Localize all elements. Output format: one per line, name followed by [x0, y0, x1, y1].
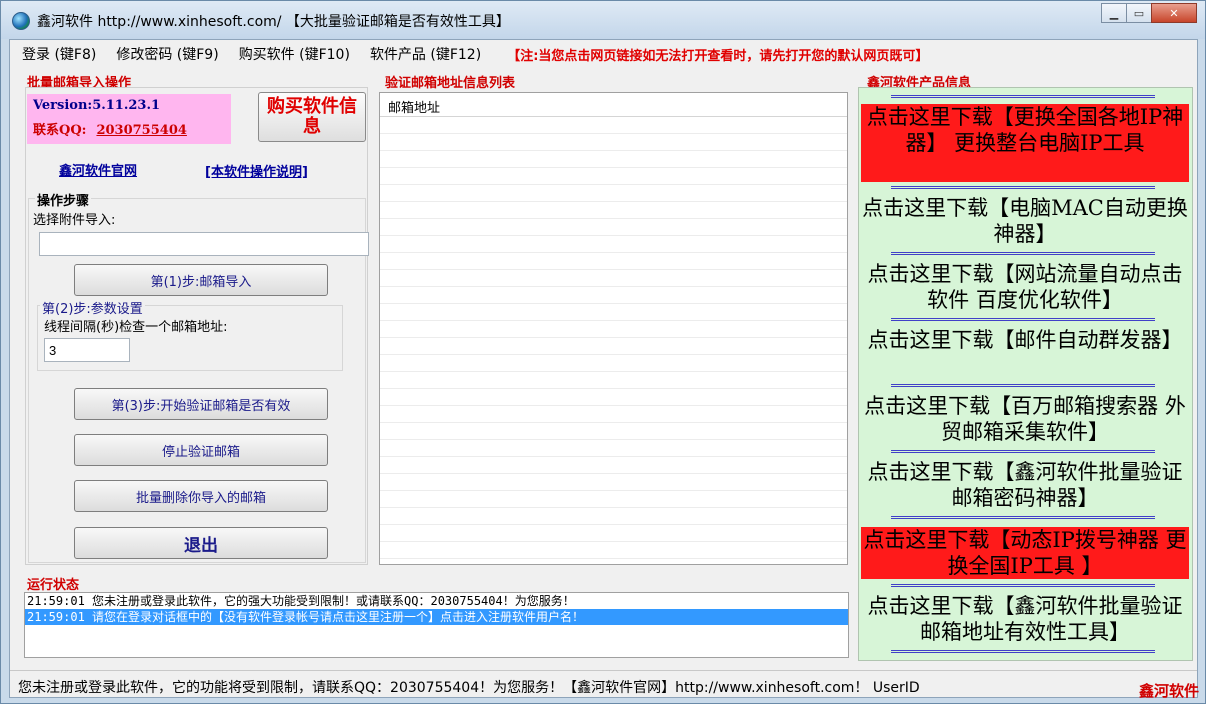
app-window: 鑫河软件 http://www.xinhesoft.com/ 【大批量验证邮箱是…	[0, 0, 1206, 704]
email-list[interactable]: 邮箱地址	[379, 92, 848, 565]
globe-app-icon	[12, 12, 30, 30]
official-site-link[interactable]: 鑫河软件官网	[59, 160, 137, 179]
table-row[interactable]	[380, 134, 847, 151]
table-row[interactable]	[380, 457, 847, 474]
table-row[interactable]	[380, 185, 847, 202]
table-row[interactable]	[380, 440, 847, 457]
menu-login[interactable]: 登录 (键F8)	[22, 44, 96, 64]
separator	[891, 252, 1155, 255]
close-button[interactable]: ✕	[1151, 3, 1197, 23]
separator	[891, 516, 1155, 519]
separator	[891, 450, 1155, 453]
import-panel: Version:5.11.23.1 联系QQ: 2030755404 购买软件信息…	[25, 87, 369, 565]
menu-products[interactable]: 软件产品 (键F12)	[370, 44, 481, 64]
table-row[interactable]	[380, 253, 847, 270]
table-row[interactable]	[380, 287, 847, 304]
email-list-rows	[380, 117, 847, 559]
buy-software-button[interactable]: 购买软件信息	[258, 92, 366, 142]
stop-verify-button[interactable]: 停止验证邮箱	[74, 434, 328, 466]
interval-label: 线程间隔(秒)检查一个邮箱地址:	[44, 320, 228, 335]
product-link-dynamic-ip[interactable]: 点击这里下载【动态IP拨号神器 更换全国IP工具 】	[861, 527, 1189, 579]
table-row[interactable]	[380, 542, 847, 559]
list-section-title: 验证邮箱地址信息列表	[385, 76, 516, 91]
qq-number-link[interactable]: 2030755404	[96, 123, 186, 138]
product-link-address-verifier[interactable]: 点击这里下载【鑫河软件批量验证邮箱地址有效性工具】	[861, 593, 1189, 645]
version-info-box: Version:5.11.23.1 联系QQ: 2030755404	[27, 94, 231, 144]
log-section-title: 运行状态	[27, 578, 80, 593]
batch-delete-button[interactable]: 批量删除你导入的邮箱	[74, 480, 328, 512]
column-header-email[interactable]: 邮箱地址	[380, 93, 847, 117]
step3-verify-button[interactable]: 第(3)步:开始验证邮箱是否有效	[74, 388, 328, 420]
separator	[891, 384, 1155, 387]
table-row[interactable]	[380, 202, 847, 219]
table-row[interactable]	[380, 168, 847, 185]
version-text: Version:5.11.23.1	[33, 98, 161, 113]
table-row[interactable]	[380, 406, 847, 423]
maximize-button[interactable]: ▭	[1126, 3, 1152, 23]
qq-contact: 联系QQ: 2030755404	[33, 119, 231, 138]
step2-title: 第(2)步:参数设置	[40, 298, 145, 317]
separator	[891, 95, 1155, 98]
separator	[891, 584, 1155, 587]
table-row[interactable]	[380, 219, 847, 236]
product-link-mac-changer[interactable]: 点击这里下载【电脑MAC自动更换神器】	[861, 195, 1189, 247]
window-title: 鑫河软件 http://www.xinhesoft.com/ 【大批量验证邮箱是…	[37, 14, 510, 30]
table-row[interactable]	[380, 270, 847, 287]
table-row[interactable]	[380, 355, 847, 372]
minimize-button[interactable]: ▁	[1101, 3, 1127, 23]
step1-import-button[interactable]: 第(1)步:邮箱导入	[74, 264, 328, 296]
table-row[interactable]	[380, 321, 847, 338]
table-row[interactable]	[380, 304, 847, 321]
table-row[interactable]	[380, 151, 847, 168]
table-row[interactable]	[380, 338, 847, 355]
status-bar: 您未注册或登录此软件，它的功能将受到限制，请联系QQ：2030755404！为您…	[10, 670, 1197, 698]
menu-buy-software[interactable]: 购买软件 (键F10)	[239, 44, 350, 64]
interval-input[interactable]	[44, 338, 130, 362]
qq-label: 联系QQ:	[33, 123, 87, 138]
table-row[interactable]	[380, 117, 847, 134]
attach-label: 选择附件导入:	[33, 213, 116, 228]
product-link-traffic-clicker[interactable]: 点击这里下载【网站流量自动点击软件 百度优化软件】	[861, 261, 1189, 313]
separator	[891, 650, 1155, 653]
separator	[891, 186, 1155, 189]
table-row[interactable]	[380, 474, 847, 491]
product-link-password-verifier[interactable]: 点击这里下载【鑫河软件批量验证邮箱密码神器】	[861, 459, 1189, 511]
attach-path-input[interactable]	[39, 232, 369, 256]
brand-watermark: 鑫河软件	[1138, 682, 1199, 700]
table-row[interactable]	[380, 525, 847, 542]
table-row[interactable]	[380, 491, 847, 508]
run-status-log[interactable]: 21:59:01 您未注册或登录此软件，它的强大功能受到限制！或请联系QQ：20…	[24, 592, 849, 658]
table-row[interactable]	[380, 236, 847, 253]
manual-link[interactable]: [本软件操作说明]	[205, 161, 308, 180]
menu-bar: 登录 (键F8) 修改密码 (键F9) 购买软件 (键F10) 软件产品 (键F…	[10, 40, 1197, 68]
title-bar[interactable]: 鑫河软件 http://www.xinhesoft.com/ 【大批量验证邮箱是…	[1, 1, 1205, 39]
log-line[interactable]: 21:59:01 您未注册或登录此软件，它的强大功能受到限制！或请联系QQ：20…	[25, 593, 848, 609]
client-area: 登录 (键F8) 修改密码 (键F9) 购买软件 (键F10) 软件产品 (键F…	[9, 39, 1198, 698]
window-controls: ▁ ▭ ✕	[1101, 3, 1197, 23]
exit-button[interactable]: 退出	[74, 527, 328, 559]
separator	[891, 318, 1155, 321]
menu-note: 【注:当您点击网页链接如无法打开查看时，请先打开您的默认网页既可】	[507, 48, 929, 64]
table-row[interactable]	[380, 372, 847, 389]
product-link-email-searcher[interactable]: 点击这里下载【百万邮箱搜索器 外贸邮箱采集软件】	[861, 393, 1189, 445]
product-link-mass-mailer[interactable]: 点击这里下载【邮件自动群发器】	[861, 327, 1189, 379]
table-row[interactable]	[380, 423, 847, 440]
steps-group: 操作步骤 选择附件导入: 第(1)步:邮箱导入 第(2)步:参数设置 线程间隔(…	[28, 190, 369, 563]
param-settings-group: 第(2)步:参数设置 线程间隔(秒)检查一个邮箱地址:	[37, 298, 343, 371]
table-row[interactable]	[380, 508, 847, 525]
menu-change-password[interactable]: 修改密码 (键F9)	[116, 44, 218, 64]
products-panel: 点击这里下载【更换全国各地IP神器】 更换整台电脑IP工具 点击这里下载【电脑M…	[858, 87, 1193, 661]
table-row[interactable]	[380, 389, 847, 406]
log-line-selected[interactable]: 21:59:01 请您在登录对话框中的【没有软件登录帐号请点击这里注册一个】点击…	[25, 609, 848, 625]
steps-title: 操作步骤	[35, 190, 92, 209]
product-link-ip-changer[interactable]: 点击这里下载【更换全国各地IP神器】 更换整台电脑IP工具	[861, 104, 1189, 182]
